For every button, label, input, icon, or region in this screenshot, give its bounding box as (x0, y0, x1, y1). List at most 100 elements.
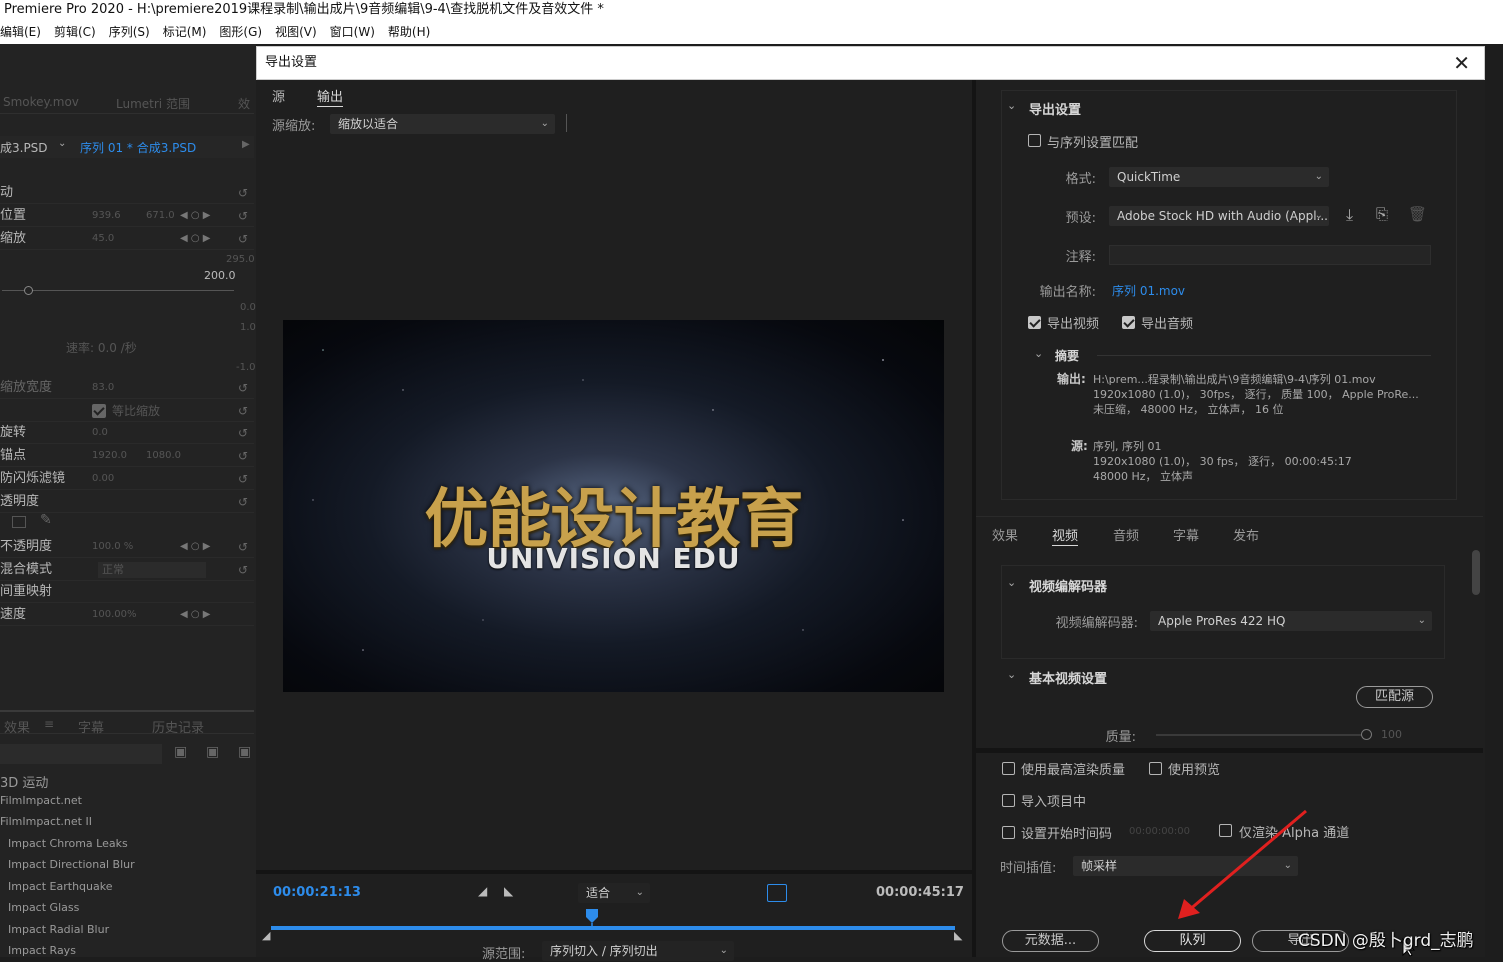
tab-audio[interactable]: 音频 (1113, 525, 1139, 544)
reset-icon[interactable]: ↺ (238, 445, 248, 467)
reset-icon[interactable]: ↺ (238, 536, 248, 558)
timeline-range-bar[interactable] (271, 926, 955, 930)
menu-item[interactable]: 剪辑(C) (54, 25, 96, 39)
keyframe-nav-icon[interactable]: ◀ ○ ▶ (180, 205, 210, 227)
chevron-down-icon[interactable]: ⌄ (1007, 668, 1016, 681)
aspect-ratio-correction-icon[interactable] (767, 884, 787, 902)
reset-icon[interactable]: ↺ (238, 559, 248, 581)
reset-icon[interactable]: ↺ (238, 491, 248, 513)
use-previews-checkbox[interactable] (1149, 762, 1162, 775)
reset-icon[interactable]: ↺ (238, 228, 248, 250)
save-preset-icon[interactable]: ⤓ (1346, 205, 1353, 225)
tab-history[interactable]: 历史记录 (152, 717, 204, 736)
mask-rect-icon[interactable] (12, 516, 26, 528)
quality-slider-handle[interactable] (1361, 729, 1372, 740)
accelerated-icon[interactable]: ▣ (206, 744, 219, 760)
reset-icon[interactable]: ↺ (238, 205, 248, 227)
keyframe-nav-icon[interactable]: ◀ ○ ▶ (180, 228, 210, 250)
format-dropdown[interactable]: QuickTime ⌄ (1109, 167, 1329, 187)
import-into-project-checkbox[interactable] (1002, 794, 1015, 807)
match-source-button[interactable]: 匹配源 (1356, 686, 1433, 708)
tab-captions[interactable]: 字幕 (78, 717, 104, 736)
menu-item[interactable]: 标记(M) (163, 25, 207, 39)
queue-button[interactable]: 队列 (1144, 930, 1241, 952)
tab-effects-short[interactable]: 效 (238, 95, 250, 112)
param-value[interactable]: 0.0 (92, 422, 108, 444)
source-range-dropdown[interactable]: 序列切入 / 序列切出 ⌄ (542, 941, 734, 961)
mark-out-icon[interactable]: ◣ (504, 884, 513, 898)
reset-icon[interactable]: ↺ (238, 468, 248, 490)
match-sequence-checkbox[interactable] (1028, 134, 1041, 147)
video-codec-dropdown[interactable]: Apple ProRes 422 HQ ⌄ (1150, 611, 1432, 631)
keyframe-nav-icon[interactable]: ◀ ○ ▶ (180, 536, 210, 558)
param-value[interactable]: 100.0 % (92, 536, 133, 558)
set-start-timecode-checkbox[interactable] (1002, 826, 1015, 839)
chevron-down-icon[interactable]: ⌄ (58, 138, 66, 149)
effects-search-input[interactable] (0, 744, 162, 764)
tab-video[interactable]: 视频 (1052, 525, 1079, 546)
reset-icon[interactable]: ↺ (238, 182, 248, 204)
close-icon[interactable]: ✕ (1453, 47, 1470, 79)
keyframe-nav-icon[interactable]: ◀ ○ ▶ (180, 604, 210, 626)
export-audio-checkbox[interactable] (1122, 316, 1135, 329)
tab-captions[interactable]: 字幕 (1173, 525, 1199, 544)
tab-effects[interactable]: 效果 (992, 525, 1018, 544)
scale-slider-handle[interactable] (24, 286, 33, 295)
effects-list-item[interactable]: Impact Chroma Leaks (8, 837, 128, 850)
source-scaling-dropdown[interactable]: 缩放以适合 ⌄ (330, 114, 555, 134)
menu-item[interactable]: 编辑(E) (0, 25, 41, 39)
param-value-x[interactable]: 1920.0 (92, 445, 127, 467)
tab-effects[interactable]: 效果 (4, 717, 30, 736)
reset-icon[interactable]: ↺ (238, 422, 248, 444)
param-value-y[interactable]: 671.0 (146, 205, 175, 227)
menu-icon[interactable]: ≡ (44, 717, 54, 731)
blend-mode-dropdown[interactable]: 正常 (98, 562, 206, 578)
effects-list-item[interactable]: FilmImpact.net (0, 794, 82, 807)
new-bin-icon[interactable]: ▣ (174, 744, 187, 760)
tab-lumetri-scopes[interactable]: Lumetri 范围 (116, 95, 190, 112)
sequence-clip-name[interactable]: 序列 01 * 合成3.PSD (80, 139, 196, 156)
tab-source-clip[interactable]: Smokey.mov (3, 95, 79, 109)
chevron-down-icon[interactable]: ⌄ (1034, 347, 1043, 360)
tab-output[interactable]: 输出 (317, 86, 344, 107)
menu-item[interactable]: 窗口(W) (330, 25, 375, 39)
menu-item[interactable]: 视图(V) (275, 25, 317, 39)
effects-list-item[interactable]: Impact Glass (8, 901, 79, 914)
tab-source[interactable]: 源 (272, 86, 285, 105)
in-point-marker-icon[interactable]: ◢ (262, 929, 270, 942)
param-value[interactable]: 100.00% (92, 604, 137, 626)
pen-icon[interactable]: ✎ (40, 512, 52, 528)
effects-list-item[interactable]: Impact Radial Blur (8, 923, 109, 936)
param-value[interactable]: 0.00 (92, 468, 114, 490)
effects-list-item[interactable]: 3D 运动 (0, 772, 48, 791)
effects-list-item[interactable]: Impact Earthquake (8, 880, 112, 893)
play-icon[interactable]: ▶ (242, 139, 250, 150)
yuv-icon[interactable]: ▣ (238, 744, 251, 760)
quality-slider-track[interactable] (1156, 734, 1366, 736)
mark-in-icon[interactable]: ◢ (478, 884, 487, 898)
scrollbar-thumb[interactable] (1472, 550, 1480, 595)
menu-item[interactable]: 图形(G) (219, 25, 262, 39)
delete-preset-icon[interactable]: 🗑 (1408, 205, 1427, 223)
menu-item[interactable]: 帮助(H) (388, 25, 430, 39)
menu-item[interactable]: 序列(S) (109, 25, 150, 39)
reset-icon[interactable]: ↺ (238, 400, 248, 422)
uniform-scale-checkbox[interactable] (92, 404, 106, 418)
scale-slider-track[interactable] (2, 290, 234, 291)
import-preset-icon[interactable]: ⎘ (1376, 205, 1388, 223)
effects-list-item[interactable]: Impact Directional Blur (8, 858, 135, 871)
max-render-quality-checkbox[interactable] (1002, 762, 1015, 775)
param-value[interactable]: 83.0 (92, 377, 114, 399)
param-value[interactable]: 45.0 (92, 228, 114, 250)
out-point-marker-icon[interactable]: ◣ (954, 929, 962, 942)
export-video-checkbox[interactable] (1028, 316, 1041, 329)
tab-publish[interactable]: 发布 (1233, 525, 1259, 544)
chevron-down-icon[interactable]: ⌄ (1007, 576, 1016, 589)
param-value-x[interactable]: 939.6 (92, 205, 121, 227)
metadata-button[interactable]: 元数据... (1002, 930, 1099, 952)
reset-icon[interactable]: ↺ (238, 377, 248, 399)
effects-list-item[interactable]: FilmImpact.net II (0, 815, 92, 828)
param-value-y[interactable]: 1080.0 (146, 445, 181, 467)
output-name-link[interactable]: 序列 01.mov (1112, 282, 1185, 299)
chevron-down-icon[interactable]: ⌄ (1007, 99, 1016, 112)
